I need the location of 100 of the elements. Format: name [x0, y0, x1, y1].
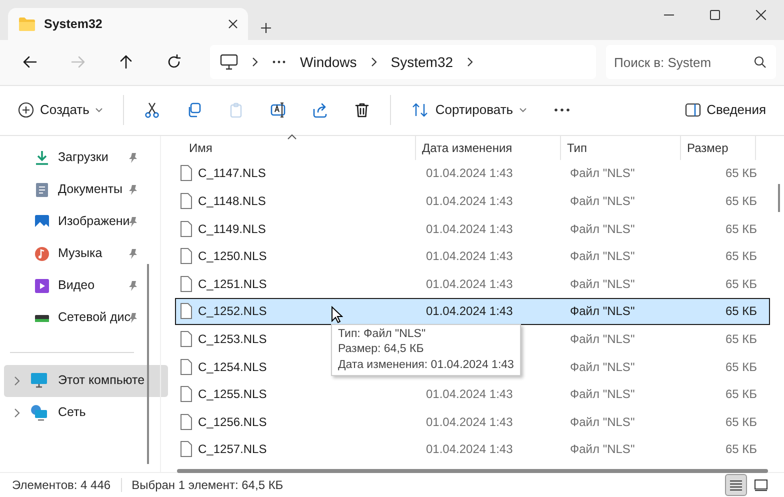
sidebar-item[interactable]: Документы — [0, 174, 148, 206]
file-name: C_1254.NLS — [198, 358, 267, 376]
document-icon — [34, 182, 50, 198]
forward-arrow-icon — [70, 54, 86, 70]
panel-icon — [684, 103, 701, 118]
column-header[interactable]: Размер — [681, 136, 756, 160]
file-name: C_1148.NLS — [198, 192, 266, 210]
sidebar-item[interactable]: Сетевой дис — [0, 302, 148, 334]
tab-title: System32 — [44, 16, 104, 33]
type-cell: Файл "NLS" — [570, 166, 635, 180]
music-note-icon — [34, 246, 50, 262]
file-icon — [180, 192, 192, 209]
pin-icon — [128, 280, 138, 291]
details-pane-button[interactable]: Сведения — [674, 93, 776, 128]
search-field[interactable]: Поиск в: System — [606, 45, 776, 80]
scrollbar-thumb[interactable] — [147, 264, 149, 464]
file-icon — [180, 165, 192, 182]
video-icon — [34, 278, 50, 294]
plus-circle-icon — [18, 102, 34, 118]
file-icon — [180, 330, 192, 347]
file-name: C_1253.NLS — [198, 330, 267, 348]
column-header[interactable]: Дата изменения — [416, 136, 561, 160]
sort-button[interactable]: Сортировать — [401, 93, 538, 128]
date-cell: 01.04.2024 1:43 — [426, 222, 513, 236]
date-cell: 01.04.2024 1:43 — [426, 249, 513, 264]
new-tab-button[interactable] — [260, 22, 272, 34]
size-cell: 65 КБ — [725, 194, 757, 208]
picture-icon — [34, 214, 50, 230]
scrollbar-thumb[interactable] — [177, 469, 768, 474]
size-cell: 65 КБ — [725, 222, 757, 236]
breadcrumb-item[interactable]: System32 — [390, 52, 454, 73]
plus-icon — [260, 22, 272, 34]
file-row[interactable]: C_1252.NLS 01.04.2024 1:43 Файл "NLS" 65 КБ — [175, 298, 770, 326]
type-cell: Файл "NLS" — [570, 304, 635, 318]
chevron-right-icon — [14, 376, 20, 386]
file-icon — [180, 248, 192, 264]
sidebar-item[interactable]: Сеть — [4, 396, 168, 429]
refresh-icon — [166, 54, 182, 70]
size-cell: 65 КБ — [725, 332, 757, 346]
type-cell: Файл "NLS" — [570, 222, 635, 236]
address-bar[interactable]: Windows System32 — [210, 45, 596, 80]
type-cell: Файл "NLS" — [570, 360, 635, 374]
size-cell: 65 КБ — [725, 360, 757, 374]
size-cell: 65 КБ — [725, 387, 757, 402]
file-icon — [180, 386, 192, 402]
type-cell: Файл "NLS" — [570, 332, 635, 346]
file-name: C_1252.NLS — [198, 303, 267, 320]
file-name: C_1255.NLS — [198, 386, 267, 404]
trash-icon — [354, 102, 370, 118]
pin-icon — [128, 152, 138, 163]
type-cell: Файл "NLS" — [570, 194, 635, 208]
sidebar-item[interactable]: Изображени — [0, 206, 148, 238]
clipboard-icon — [228, 102, 244, 118]
file-name: C_1149.NLS — [198, 220, 266, 238]
up-arrow-icon — [118, 54, 134, 70]
sort-arrows-icon — [411, 102, 430, 118]
file-icon — [180, 276, 192, 292]
chevron-right-icon — [467, 57, 474, 68]
search-icon — [754, 56, 766, 68]
close-tab-button[interactable] — [228, 18, 238, 29]
tooltip-line: Размер: 64,5 КБ — [338, 342, 425, 358]
chevron-right-icon — [252, 57, 258, 68]
pin-icon — [128, 216, 138, 227]
selection-info: Выбран 1 элемент: 64,5 КБ — [132, 477, 284, 494]
file-name: C_1250.NLS — [198, 248, 267, 266]
size-cell: 65 КБ — [725, 249, 757, 264]
date-cell: 01.04.2024 1:43 — [426, 387, 513, 402]
scrollbar-thumb[interactable] — [778, 184, 780, 212]
pin-icon — [128, 184, 138, 195]
column-header[interactable]: Имя — [161, 136, 416, 160]
back-arrow-icon — [22, 54, 38, 70]
sidebar-item[interactable]: Видео — [0, 270, 148, 302]
sidebar-item[interactable]: Этот компьюте — [4, 364, 168, 397]
more-icon — [553, 108, 572, 112]
pin-icon — [128, 248, 138, 259]
breadcrumb-item[interactable]: Windows — [300, 52, 357, 73]
file-name: C_1147.NLS — [198, 165, 266, 182]
sidebar-item[interactable]: Музыка — [0, 238, 148, 270]
tab[interactable]: System32 — [8, 8, 248, 40]
column-header[interactable]: Тип — [561, 136, 681, 160]
type-cell: Файл "NLS" — [570, 276, 635, 291]
tooltip-line: Тип: Файл "NLS" — [338, 326, 427, 342]
chevron-down-icon — [95, 107, 104, 114]
scissors-icon — [144, 102, 160, 118]
file-icon — [180, 303, 192, 320]
size-cell: 65 КБ — [725, 304, 757, 318]
type-cell: Файл "NLS" — [570, 442, 635, 456]
close-icon — [756, 10, 766, 20]
close-icon — [228, 18, 238, 29]
file-icon — [180, 358, 192, 375]
chevron-down-icon — [519, 107, 528, 114]
size-cell: 65 КБ — [725, 442, 757, 456]
sidebar-item[interactable]: Загрузки — [0, 142, 148, 174]
file-name: C_1257.NLS — [198, 441, 267, 458]
details-view-button[interactable] — [725, 474, 747, 496]
date-cell: 01.04.2024 1:43 — [426, 194, 513, 208]
file-icon — [180, 220, 192, 237]
new-button[interactable]: Создать — [8, 93, 114, 128]
ellipsis-icon — [272, 60, 286, 64]
tooltip-line: Дата изменения: 01.04.2024 1:43 — [338, 358, 514, 373]
